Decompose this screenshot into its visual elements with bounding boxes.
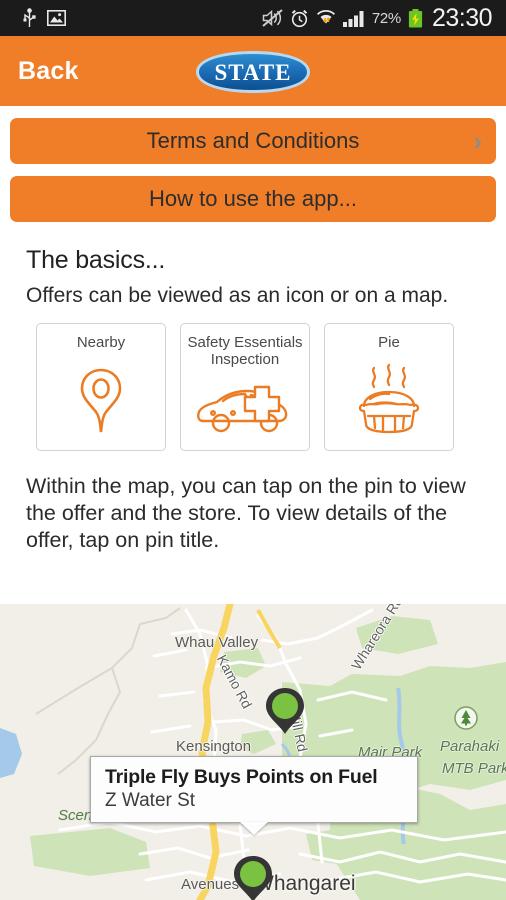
app-header: Back STATE — [0, 36, 506, 106]
status-bar-right-icons: 72% 23:30 — [262, 3, 493, 33]
map-view[interactable]: Whau Valley Kensington Kamo Rd Mill Rd W… — [0, 604, 506, 900]
svg-text:STATE: STATE — [214, 60, 291, 85]
terms-button-label: Terms and Conditions — [146, 128, 360, 153]
wifi-icon — [316, 9, 336, 27]
map-pin-selected[interactable] — [231, 854, 275, 900]
section-title: The basics... — [26, 246, 166, 274]
image-icon — [47, 10, 66, 26]
card-safety-label: Safety Essentials Inspection — [187, 333, 303, 369]
car-inspection-icon — [181, 369, 309, 450]
map-pin-top[interactable] — [263, 686, 307, 736]
signal-icon — [342, 10, 365, 27]
map-info-window[interactable]: Triple Fly Buys Points on Fuel Z Water S… — [90, 756, 418, 835]
map-pin-icon — [37, 351, 165, 450]
battery-percent-label: 72% — [371, 9, 401, 27]
tree-icon — [454, 706, 478, 730]
state-logo-shield: STATE — [196, 51, 310, 93]
card-pie-label: Pie — [378, 333, 400, 351]
card-pie[interactable]: Pie — [324, 322, 454, 451]
status-bar: 72% 23:30 — [0, 0, 506, 36]
info-window-title: Triple Fly Buys Points on Fuel — [105, 766, 378, 788]
usb-icon — [22, 8, 37, 28]
how-to-button-label: How to use the app... — [149, 186, 357, 211]
mute-icon — [262, 9, 283, 27]
back-button[interactable]: Back — [18, 57, 79, 86]
alarm-icon — [290, 9, 309, 28]
info-window-tail — [240, 822, 268, 835]
card-nearby[interactable]: Nearby — [36, 322, 166, 451]
state-logo: STATE — [194, 49, 312, 95]
chevron-right-icon: › — [473, 126, 482, 156]
card-nearby-label: Nearby — [76, 333, 126, 351]
battery-charging-icon — [408, 8, 423, 28]
help-content: Terms and Conditions › How to use the ap… — [0, 118, 506, 554]
clock-label: 23:30 — [431, 3, 493, 32]
card-safety-essentials-inspection[interactable]: Safety Essentials Inspection — [180, 322, 310, 451]
section-paragraph-2: Within the map, you can tap on the pin t… — [26, 473, 466, 552]
offer-icon-cards: Nearby Safety Essentials Inspection Pie — [36, 322, 506, 451]
pie-icon — [325, 351, 453, 450]
how-to-use-the-app-button[interactable]: How to use the app... — [10, 176, 496, 222]
terms-and-conditions-button[interactable]: Terms and Conditions › — [10, 118, 496, 164]
section-paragraph-1: Offers can be viewed as an icon or on a … — [26, 284, 449, 307]
info-window-subtitle: Z Water St — [105, 790, 196, 811]
status-bar-left-icons — [22, 8, 66, 28]
